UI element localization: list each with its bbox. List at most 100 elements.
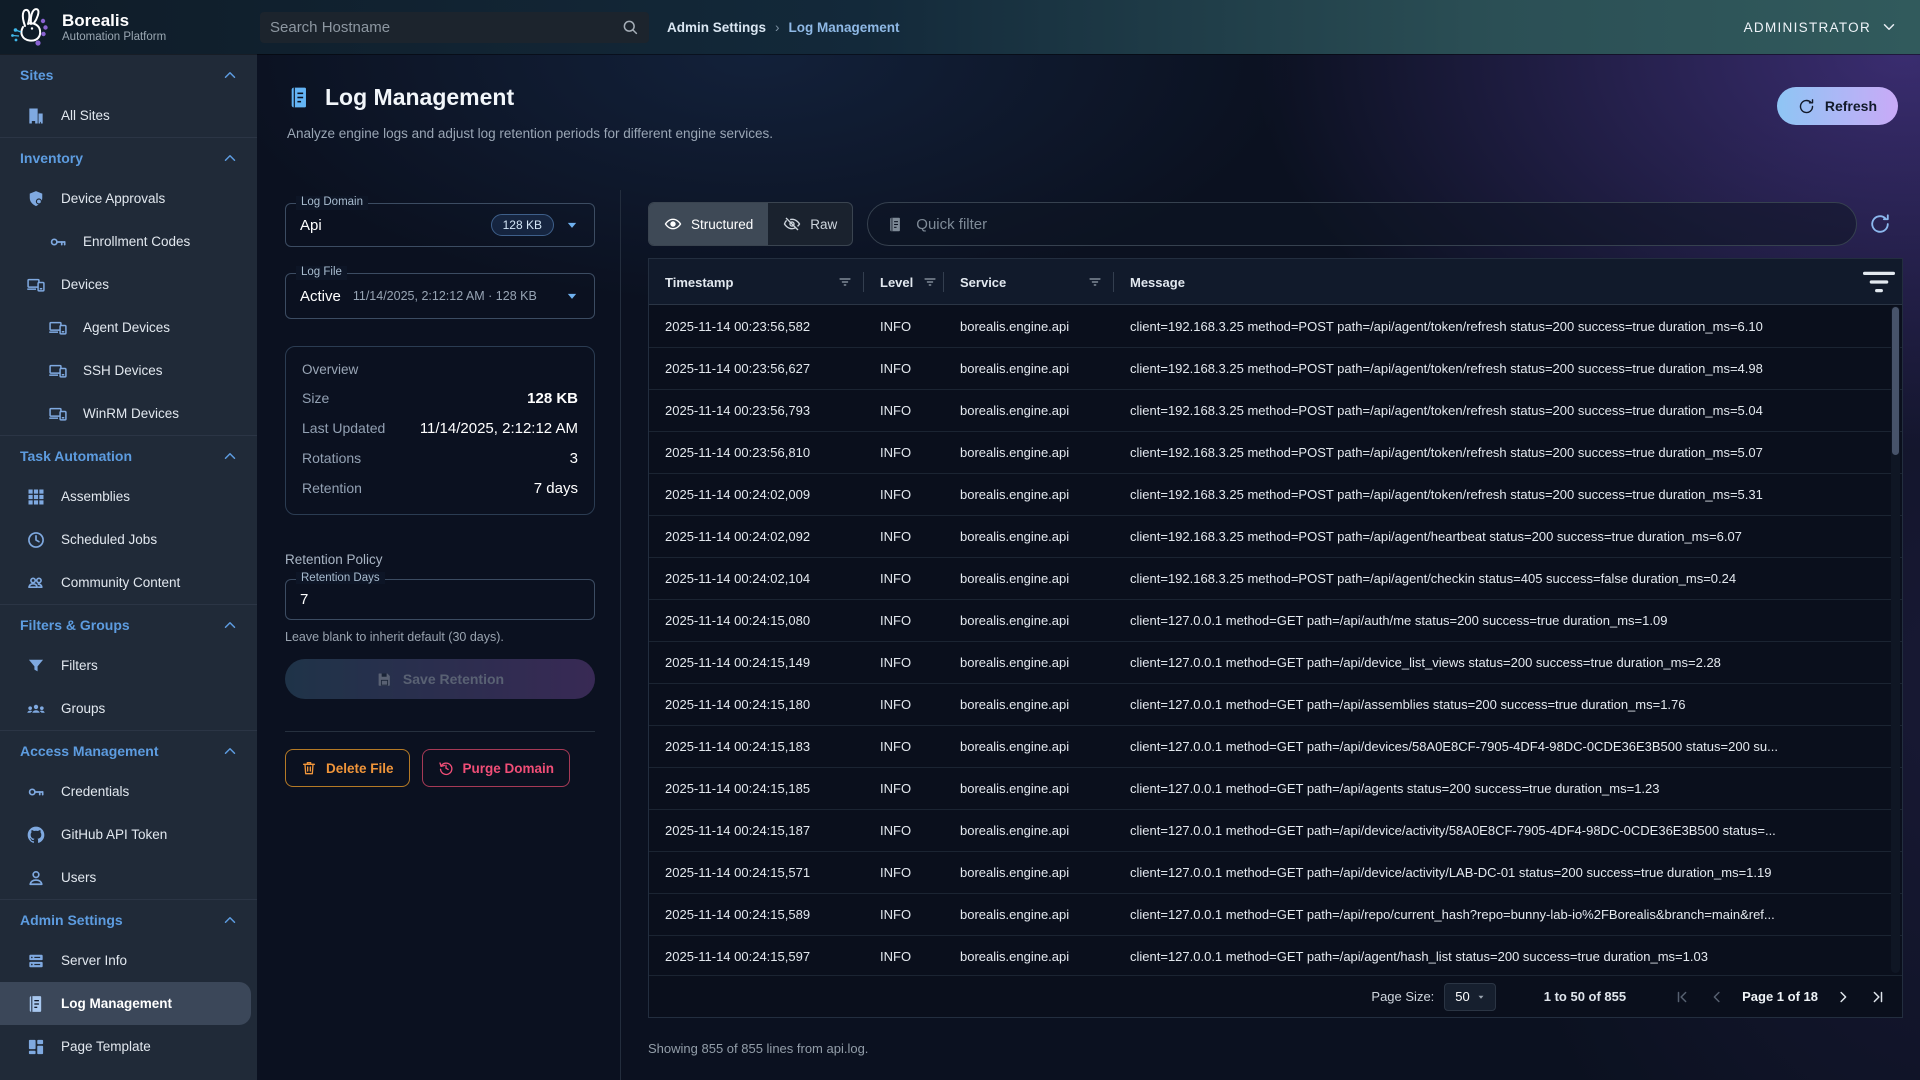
log-icon <box>887 216 904 233</box>
sidebar-section-access-management[interactable]: Access Management <box>0 730 257 770</box>
chevron-up-icon <box>221 149 239 167</box>
view-mode-toggle: Structured Raw <box>648 202 853 246</box>
sidebar-item-ssh-devices[interactable]: SSH Devices <box>0 349 257 392</box>
sidebar-item-agent-devices[interactable]: Agent Devices <box>0 306 257 349</box>
sidebar-item-scheduled-jobs[interactable]: Scheduled Jobs <box>0 518 257 561</box>
groups-icon <box>26 699 46 719</box>
cell-service: borealis.engine.api <box>944 613 1114 628</box>
filter-icon[interactable] <box>922 274 938 290</box>
hostname-search[interactable] <box>260 12 649 43</box>
sidebar-item-github-api-token[interactable]: GitHub API Token <box>0 813 257 856</box>
save-retention-button[interactable]: Save Retention <box>285 659 595 699</box>
scrollbar-thumb[interactable] <box>1892 307 1899 455</box>
cell-service: borealis.engine.api <box>944 655 1114 670</box>
filter-icon[interactable] <box>1087 274 1103 290</box>
first-page-icon[interactable] <box>1674 988 1692 1006</box>
breadcrumb-log-management[interactable]: Log Management <box>789 20 900 35</box>
sidebar-item-devices[interactable]: Devices <box>0 263 257 306</box>
column-header-message[interactable]: Message <box>1114 259 1856 305</box>
table-row[interactable]: 2025-11-14 00:24:15,597INFOborealis.engi… <box>649 936 1902 974</box>
column-header-service[interactable]: Service <box>944 259 1114 305</box>
sidebar-section-sites[interactable]: Sites <box>0 54 257 94</box>
overview-row-retention: Retention 7 days <box>302 480 578 497</box>
sidebar-section-admin-settings[interactable]: Admin Settings <box>0 899 257 939</box>
table-row[interactable]: 2025-11-14 00:24:02,092INFOborealis.engi… <box>649 516 1902 558</box>
cell-message: client=192.168.3.25 method=POST path=/ap… <box>1114 529 1902 544</box>
previous-page-icon[interactable] <box>1708 988 1726 1006</box>
table-row[interactable]: 2025-11-14 00:23:56,810INFOborealis.engi… <box>649 432 1902 474</box>
log-file-select[interactable]: Log File Active 11/14/2025, 2:12:12 AM ·… <box>285 273 595 319</box>
user-icon <box>26 868 46 888</box>
trash-icon <box>301 760 317 776</box>
sidebar-item-assemblies[interactable]: Assemblies <box>0 475 257 518</box>
table-row[interactable]: 2025-11-14 00:24:15,571INFOborealis.engi… <box>649 852 1902 894</box>
purge-domain-button[interactable]: Purge Domain <box>422 749 571 787</box>
refresh-button[interactable]: Refresh <box>1777 87 1898 125</box>
page-size-label: Page Size: <box>1371 989 1434 1004</box>
table-row[interactable]: 2025-11-14 00:24:15,183INFOborealis.engi… <box>649 726 1902 768</box>
cell-timestamp: 2025-11-14 00:24:02,009 <box>649 487 864 502</box>
sidebar-item-users[interactable]: Users <box>0 856 257 899</box>
cell-timestamp: 2025-11-14 00:24:15,183 <box>649 739 864 754</box>
cell-level: INFO <box>864 487 944 502</box>
sidebar-item-log-management[interactable]: Log Management <box>0 982 251 1025</box>
breadcrumb-admin-settings[interactable]: Admin Settings <box>667 20 766 35</box>
breadcrumb-separator: › <box>775 20 780 35</box>
sidebar-item-device-approvals[interactable]: Device Approvals <box>0 177 257 220</box>
sidebar-item-credentials[interactable]: Credentials <box>0 770 257 813</box>
toggle-structured[interactable]: Structured <box>649 203 768 245</box>
filter-icon[interactable] <box>1856 259 1902 305</box>
column-header-level[interactable]: Level <box>864 259 944 305</box>
table-row[interactable]: 2025-11-14 00:24:15,589INFOborealis.engi… <box>649 894 1902 936</box>
column-header-timestamp[interactable]: Timestamp <box>649 259 864 305</box>
sidebar-section-inventory[interactable]: Inventory <box>0 137 257 177</box>
log-domain-select[interactable]: Log Domain Api 128 KB <box>285 203 595 247</box>
table-refresh-button[interactable] <box>1857 202 1903 246</box>
table-row[interactable]: 2025-11-14 00:23:56,582INFOborealis.engi… <box>649 306 1902 348</box>
table-row[interactable]: 2025-11-14 00:24:15,180INFOborealis.engi… <box>649 684 1902 726</box>
table-body: 2025-11-14 00:23:56,582INFOborealis.engi… <box>649 306 1902 974</box>
table-row[interactable]: 2025-11-14 00:24:02,009INFOborealis.engi… <box>649 474 1902 516</box>
cell-message: client=192.168.3.25 method=POST path=/ap… <box>1114 571 1902 586</box>
table-row[interactable]: 2025-11-14 00:24:15,080INFOborealis.engi… <box>649 600 1902 642</box>
sidebar-item-server-info[interactable]: Server Info <box>0 939 257 982</box>
page-header: Log Management Analyze engine logs and a… <box>257 54 1920 190</box>
quick-filter-input[interactable] <box>916 216 1837 233</box>
toggle-raw[interactable]: Raw <box>768 203 852 245</box>
sidebar-item-enrollment-codes[interactable]: Enrollment Codes <box>0 220 257 263</box>
filter-icon <box>26 656 46 676</box>
shield-icon <box>26 189 46 209</box>
quick-filter-field[interactable] <box>867 202 1857 246</box>
sidebar-item-groups[interactable]: Groups <box>0 687 257 730</box>
retention-days-input[interactable] <box>300 591 580 608</box>
search-input[interactable] <box>270 19 621 36</box>
log-icon <box>26 994 46 1014</box>
filter-icon[interactable] <box>837 274 853 290</box>
sidebar-item-filters[interactable]: Filters <box>0 644 257 687</box>
table-row[interactable]: 2025-11-14 00:23:56,793INFOborealis.engi… <box>649 390 1902 432</box>
chevron-up-icon <box>221 66 239 84</box>
next-page-icon[interactable] <box>1834 988 1852 1006</box>
cell-level: INFO <box>864 907 944 922</box>
table-row[interactable]: 2025-11-14 00:23:56,627INFOborealis.engi… <box>649 348 1902 390</box>
table-row[interactable]: 2025-11-14 00:24:15,149INFOborealis.engi… <box>649 642 1902 684</box>
user-menu[interactable]: ADMINISTRATOR <box>1744 18 1898 36</box>
pagination-range: 1 to 50 of 855 <box>1544 989 1626 1004</box>
delete-file-button[interactable]: Delete File <box>285 749 410 787</box>
table-row[interactable]: 2025-11-14 00:24:02,104INFOborealis.engi… <box>649 558 1902 600</box>
sidebar-item-all-sites[interactable]: All Sites <box>0 94 257 137</box>
table-row[interactable]: 2025-11-14 00:24:15,185INFOborealis.engi… <box>649 768 1902 810</box>
pagination-bar: Page Size: 50 1 to 50 of 855 Page 1 of 1… <box>649 975 1902 1017</box>
sidebar-item-page-template[interactable]: Page Template <box>0 1025 257 1068</box>
table-row[interactable]: 2025-11-14 00:24:15,187INFOborealis.engi… <box>649 810 1902 852</box>
devices-icon <box>48 361 68 381</box>
sidebar-section-filters-groups[interactable]: Filters & Groups <box>0 604 257 644</box>
log-table: Timestamp Level Service Message <box>648 258 1903 1018</box>
sidebar-item-winrm-devices[interactable]: WinRM Devices <box>0 392 257 435</box>
page-size-select[interactable]: 50 <box>1444 983 1495 1011</box>
last-page-icon[interactable] <box>1868 988 1886 1006</box>
cell-level: INFO <box>864 361 944 376</box>
cell-timestamp: 2025-11-14 00:24:15,185 <box>649 781 864 796</box>
sidebar-item-community-content[interactable]: Community Content <box>0 561 257 604</box>
sidebar-section-task-automation[interactable]: Task Automation <box>0 435 257 475</box>
